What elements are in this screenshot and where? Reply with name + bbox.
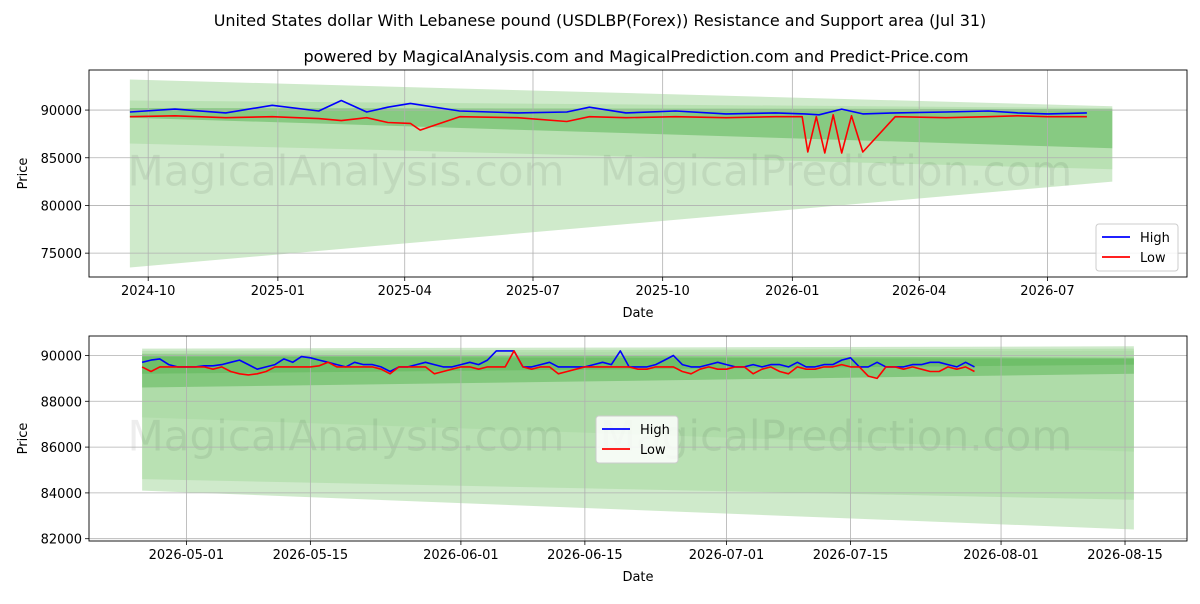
legend: High Low (595, 415, 679, 464)
y-tick-label: 90000 (41, 104, 82, 119)
x-tick-label: 2025-04 (378, 284, 432, 299)
legend-label: Low (640, 443, 666, 458)
watermark-text: MagicalAnalysis.com (128, 412, 565, 461)
x-tick-label: 2026-01 (765, 284, 819, 299)
x-tick-label: 2025-01 (251, 284, 305, 299)
y-tick-label: 84000 (41, 487, 82, 502)
x-tick-label: 2026-07-01 (689, 548, 765, 563)
chart-svg: United States dollar With Lebanese pound… (16, 11, 1188, 585)
legend-label: Low (1140, 251, 1166, 266)
y-tick-label: 75000 (41, 247, 82, 262)
x-tick-label: 2026-05-01 (149, 548, 225, 563)
y-tick-label: 86000 (41, 441, 82, 456)
y-tick-label: 82000 (41, 533, 82, 548)
x-tick-label: 2026-05-15 (273, 548, 349, 563)
x-tick-label: 2025-07 (506, 284, 560, 299)
x-tick-label: 2026-08-15 (1087, 548, 1163, 563)
plot-2: MagicalAnalysis.com MagicalPrediction.com… (16, 335, 1188, 585)
x-tick-label: 2026-06-01 (423, 548, 499, 563)
plot-1: MagicalAnalysis.com MagicalPrediction.com… (16, 69, 1188, 321)
y-axis-label: Price (16, 158, 31, 190)
y-tick-label: 80000 (41, 199, 82, 214)
y-tick-label: 90000 (41, 349, 82, 364)
x-tick-label: 2026-07-15 (813, 548, 889, 563)
legend-label: High (640, 423, 670, 438)
y-axis-label: Price (16, 423, 31, 455)
legend: High Low (1095, 223, 1179, 272)
x-tick-label: 2025-10 (636, 284, 690, 299)
x-tick-label: 2026-04 (892, 284, 946, 299)
watermark-text: MagicalAnalysis.com (128, 147, 565, 196)
y-tick-label: 85000 (41, 152, 82, 167)
chart-title: United States dollar With Lebanese pound… (214, 11, 987, 30)
y-tick-label: 88000 (41, 395, 82, 410)
chart-subtitle: powered by MagicalAnalysis.com and Magic… (303, 47, 968, 66)
x-tick-label: 2026-08-01 (963, 548, 1039, 563)
x-tick-label: 2026-06-15 (547, 548, 623, 563)
watermark-text: MagicalPrediction.com (600, 147, 1073, 196)
x-axis-label: Date (622, 306, 653, 321)
watermarks: MagicalAnalysis.com MagicalPrediction.com (128, 147, 1073, 196)
legend-label: High (1140, 231, 1170, 246)
x-tick-label: 2026-07 (1020, 284, 1074, 299)
x-tick-label: 2024-10 (121, 284, 175, 299)
x-axis-label: Date (622, 570, 653, 585)
chart-root: United States dollar With Lebanese pound… (0, 0, 1200, 600)
